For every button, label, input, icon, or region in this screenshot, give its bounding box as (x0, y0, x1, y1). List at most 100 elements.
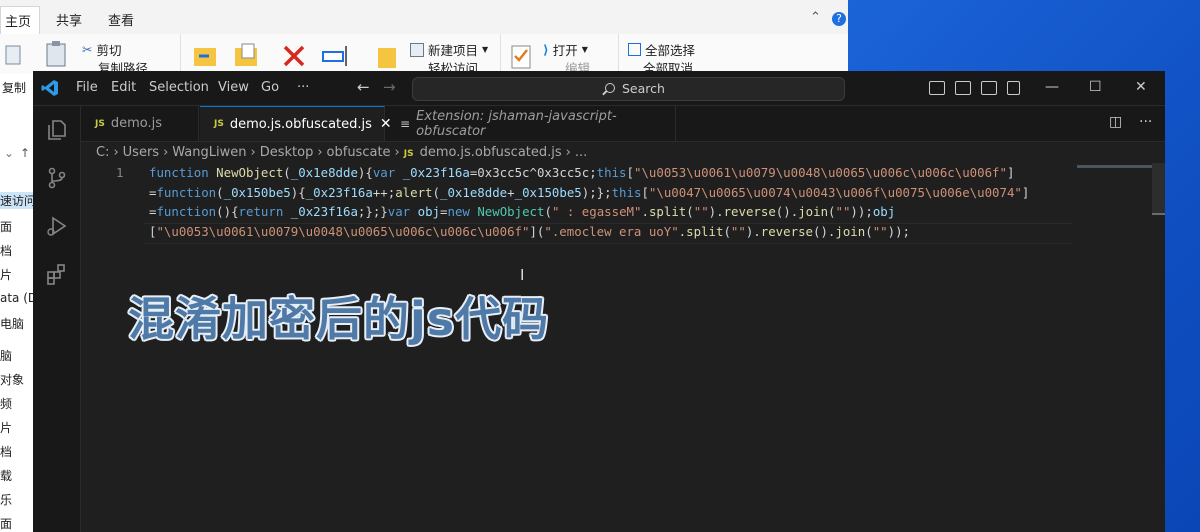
vertical-scrollbar[interactable] (1152, 163, 1165, 213)
tab-demo-js-obfuscated[interactable]: JS demo.js.obfuscated.js ✕ (200, 106, 392, 141)
nav-item-documents[interactable]: 档 (0, 242, 12, 259)
menu-more[interactable]: ··· (297, 80, 309, 95)
nav-item-desktop[interactable]: 面 (0, 218, 12, 235)
minimize-icon[interactable]: — (1045, 79, 1059, 95)
nav-item-3d-objects[interactable]: 对象 (0, 371, 24, 388)
tab-home[interactable]: 主页 (0, 6, 41, 36)
scrollbar-cursor-marker (1152, 213, 1165, 215)
explorer-ribbon: ✂ 剪切 复制路径 新建项目 ▼ 轻松访问 ⟩ 打开 ▼ 编辑 全部选择 全部取消 (0, 34, 848, 74)
new-item-icon (410, 42, 424, 57)
tab-label: Extension: jshaman-javascript-obfuscator (416, 108, 617, 139)
menu-file[interactable]: File (76, 80, 98, 95)
nav-item-quick-access[interactable]: 速访问 (0, 192, 36, 209)
maximize-icon[interactable]: ☐ (1089, 79, 1102, 95)
nav-item-videos[interactable]: 频 (0, 395, 12, 412)
toggle-panel-icon[interactable] (955, 81, 971, 95)
javascript-file-icon: JS (403, 149, 414, 159)
menu-edit[interactable]: Edit (111, 80, 136, 95)
code-content[interactable]: function NewObject(_0x1e8dde){var _0x23f… (149, 163, 1029, 241)
run-debug-icon[interactable] (45, 214, 69, 238)
tab-demo-js[interactable]: JS demo.js (81, 106, 199, 141)
chevron-right-icon: › (113, 145, 119, 160)
explorer-files-icon[interactable] (45, 118, 69, 142)
explorer-ribbon-tabs: 主页 共享 查看 ⌃ ? (0, 0, 848, 36)
extensions-icon[interactable] (45, 262, 69, 286)
video-caption-overlay: 混淆加密后的js代码 (128, 292, 550, 346)
extension-preview-icon: ≡ (400, 116, 411, 131)
chevron-down-icon[interactable]: ⌄ (4, 146, 14, 160)
breadcrumb-user[interactable]: WangLiwen (172, 145, 246, 160)
nav-item-pictures[interactable]: 片 (0, 266, 12, 283)
copy-label: 复制 (2, 81, 27, 95)
nav-item-documents-2[interactable]: 档 (0, 443, 12, 460)
breadcrumb-users[interactable]: Users (123, 145, 159, 160)
explorer-navigation-pane: 复制 ⌄ ↑ 速访问 面 档 片 ata (D: 电脑 脑 对象 频 片 档 载… (0, 74, 41, 532)
nav-item-downloads[interactable]: 载 (0, 467, 12, 484)
menu-view[interactable]: View (218, 80, 249, 95)
tab-extension-jshaman[interactable]: ≡ Extension: jshaman-javascript-obfuscat… (386, 106, 676, 141)
search-icon (605, 83, 615, 93)
chevron-right-icon: › (317, 145, 323, 160)
menu-go[interactable]: Go (261, 80, 279, 95)
up-arrow-icon[interactable]: ↑ (20, 146, 30, 160)
paste-icon[interactable] (44, 40, 68, 68)
vscode-icon: ⟩ (543, 42, 549, 57)
text-cursor-icon: I (520, 266, 525, 284)
toggle-primary-sidebar-icon[interactable] (929, 81, 945, 95)
help-icon[interactable]: ? (832, 12, 846, 26)
chevron-right-icon: › (394, 145, 400, 160)
tab-share[interactable]: 共享 (56, 10, 82, 29)
tab-view[interactable]: 查看 (108, 10, 134, 29)
open-button[interactable]: ⟩ 打开 ▼ (543, 40, 588, 59)
chevron-right-icon: › (565, 145, 571, 160)
breadcrumb-drive[interactable]: C: (96, 145, 109, 160)
new-item-label: 新建项目 (428, 43, 479, 58)
select-all-icon (628, 43, 641, 56)
source-control-icon[interactable] (45, 166, 69, 190)
breadcrumb-symbol[interactable]: ... (575, 145, 587, 160)
activity-bar (33, 106, 81, 532)
vscode-titlebar: File Edit Selection View Go ··· ← → Sear… (33, 71, 1165, 106)
command-center-search[interactable]: Search (412, 77, 845, 101)
new-folder-icon[interactable] (376, 42, 400, 70)
breadcrumb: C: › Users › WangLiwen › Desktop › obfuscate › JS d… (96, 145, 587, 160)
toggle-secondary-sidebar-icon[interactable] (981, 81, 997, 95)
breadcrumb-folder[interactable]: obfuscate (327, 145, 391, 160)
copy-icon[interactable] (4, 42, 26, 68)
tab-label: demo.js (110, 116, 162, 131)
nav-item-computer[interactable]: 脑 (0, 347, 12, 364)
properties-icon[interactable] (510, 42, 534, 70)
javascript-file-icon: JS (95, 118, 105, 129)
scissors-icon: ✂ (82, 42, 93, 57)
chevron-down-icon: ▼ (581, 45, 588, 54)
close-window-icon[interactable]: ✕ (1135, 79, 1147, 95)
nav-item-desktop-2[interactable]: 面 (0, 515, 12, 532)
minimap-preview[interactable] (1077, 165, 1152, 168)
more-actions-icon[interactable]: ··· (1139, 114, 1152, 130)
new-item-button[interactable]: 新建项目 ▼ (410, 40, 488, 59)
chevron-down-icon: ▼ (482, 45, 489, 54)
collapse-ribbon-icon[interactable]: ⌃ (810, 10, 821, 25)
nav-item-pictures-2[interactable]: 片 (0, 419, 12, 436)
chevron-right-icon: › (163, 145, 169, 160)
select-all-button[interactable]: 全部选择 (628, 40, 695, 59)
move-to-icon[interactable] (193, 42, 219, 68)
rename-icon[interactable] (322, 44, 350, 68)
search-placeholder: Search (622, 81, 665, 96)
javascript-file-icon: JS (214, 119, 224, 129)
nav-item-music[interactable]: 乐 (0, 491, 12, 508)
customize-layout-icon[interactable] (1007, 81, 1020, 95)
delete-icon[interactable] (282, 44, 306, 68)
breadcrumb-file[interactable]: demo.js.obfuscated.js (420, 145, 562, 160)
menu-selection[interactable]: Selection (149, 80, 209, 95)
forward-arrow-icon[interactable]: → (383, 78, 396, 96)
line-number: 1 (116, 165, 124, 180)
tab-label: demo.js.obfuscated.js (229, 116, 372, 132)
copy-to-icon[interactable] (234, 42, 260, 68)
cut-button[interactable]: ✂ 剪切 (82, 40, 122, 59)
split-editor-icon[interactable]: ◫ (1109, 114, 1122, 130)
breadcrumb-desktop[interactable]: Desktop (260, 145, 314, 160)
back-arrow-icon[interactable]: ← (357, 78, 370, 96)
cut-label: 剪切 (96, 43, 122, 58)
nav-item-this-pc[interactable]: 电脑 (0, 315, 24, 332)
